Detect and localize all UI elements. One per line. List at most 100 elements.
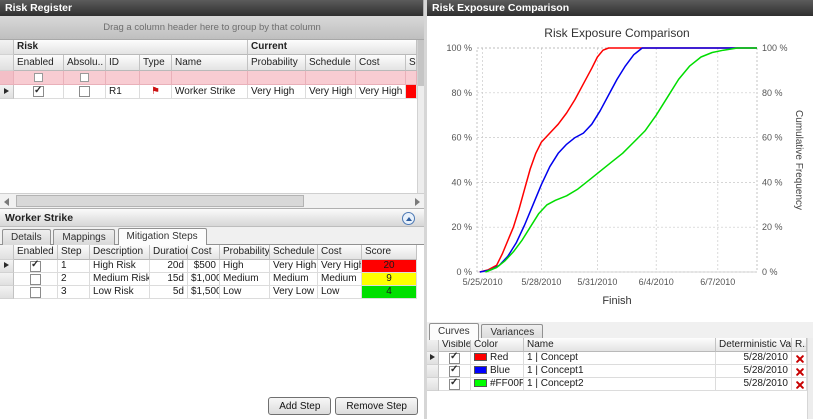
col-header-visible[interactable]: Visible (439, 338, 471, 352)
cell-cost[interactable]: $500 (188, 260, 220, 273)
col-header-score[interactable]: Score (362, 245, 417, 260)
scroll-left-icon[interactable] (4, 198, 9, 206)
tab-mappings[interactable]: Mappings (53, 229, 114, 245)
cell-description[interactable]: Low Risk (90, 286, 150, 299)
col-header-name[interactable]: Name (172, 55, 248, 71)
add-step-button[interactable]: Add Step (268, 397, 331, 415)
cell-score[interactable]: 4 (362, 286, 417, 299)
cell-color[interactable]: Red (471, 352, 524, 365)
col-header-step[interactable]: Step (58, 245, 90, 260)
band-risk[interactable]: Risk (14, 40, 248, 55)
cell-description[interactable]: Medium Risk (90, 273, 150, 286)
tab-curves[interactable]: Curves (429, 323, 479, 340)
curves-vertical-scrollbar[interactable] (807, 338, 813, 419)
visible-checkbox[interactable] (449, 353, 460, 364)
visible-checkbox[interactable] (449, 379, 460, 390)
filter-checkbox[interactable] (34, 73, 43, 82)
cell-enabled[interactable] (14, 286, 58, 299)
filter-name-cell[interactable] (172, 71, 248, 85)
cell-cost[interactable]: Very High (356, 85, 406, 99)
filter-cost-cell[interactable] (356, 71, 406, 85)
cell-remove[interactable] (792, 365, 807, 378)
cell-color[interactable]: Blue (471, 365, 524, 378)
cell-deterministic-value[interactable]: 5/28/2010 (716, 378, 792, 391)
cell-visible[interactable] (439, 352, 471, 365)
cell-cost[interactable]: $1,500 (188, 286, 220, 299)
cell-name[interactable]: 1 | Concept2 (524, 378, 716, 391)
band-current[interactable]: Current (248, 40, 417, 55)
cell-probability[interactable]: Low (220, 286, 270, 299)
cell-step[interactable]: 1 (58, 260, 90, 273)
cell-score[interactable]: 20 (362, 260, 417, 273)
col-header-description[interactable]: Description (90, 245, 150, 260)
tab-details[interactable]: Details (2, 229, 51, 245)
filter-schedule-cell[interactable] (306, 71, 356, 85)
cell-enabled[interactable] (14, 273, 58, 286)
cell-cost[interactable]: $1,000 (188, 273, 220, 286)
cell-name[interactable]: 1 | Concept (524, 352, 716, 365)
enabled-checkbox[interactable] (30, 287, 41, 298)
col-header-schedule[interactable]: Schedule (270, 245, 318, 260)
col-header-cost[interactable]: Cost (356, 55, 406, 71)
col-header-color[interactable]: Color (471, 338, 524, 352)
cell-name[interactable]: 1 | Concept1 (524, 365, 716, 378)
remove-step-button[interactable]: Remove Step (335, 397, 418, 415)
enabled-checkbox[interactable] (33, 86, 44, 97)
collapse-panel-button[interactable] (402, 212, 415, 225)
col-header-absolute[interactable]: Absolu.. (64, 55, 106, 71)
col-header-id[interactable]: ID (106, 55, 140, 71)
delete-icon[interactable] (795, 367, 804, 376)
cell-visible[interactable] (439, 378, 471, 391)
col-header-enabled[interactable]: Enabled (14, 55, 64, 71)
cell-duration[interactable]: 15d (150, 273, 188, 286)
cell-impact-cost[interactable]: Medium (318, 273, 362, 286)
col-header-probability[interactable]: Probability (220, 245, 270, 260)
delete-icon[interactable] (795, 380, 804, 389)
mitigation-row-1[interactable]: 1 High Risk 20d $500 High Very High Very… (0, 260, 417, 273)
absolute-checkbox[interactable] (79, 86, 90, 97)
filter-type-cell[interactable] (140, 71, 172, 85)
filter-checkbox[interactable] (80, 73, 89, 82)
cell-probability[interactable]: Very High (248, 85, 306, 99)
cell-step[interactable]: 2 (58, 273, 90, 286)
cell-duration[interactable]: 5d (150, 286, 188, 299)
filter-score-cell[interactable] (406, 71, 417, 85)
cell-deterministic-value[interactable]: 5/28/2010 (716, 365, 792, 378)
cell-probability[interactable]: High (220, 260, 270, 273)
col-header-type[interactable]: Type (140, 55, 172, 71)
enabled-checkbox[interactable] (30, 274, 41, 285)
cell-step[interactable]: 3 (58, 286, 90, 299)
col-header-remove[interactable]: R... (792, 338, 807, 352)
filter-row[interactable] (0, 71, 417, 85)
cell-name[interactable]: Worker Strike (172, 85, 248, 99)
filter-enabled-cell[interactable] (14, 71, 64, 85)
col-header-score[interactable]: Sc (406, 55, 417, 71)
cell-score[interactable]: 9 (362, 273, 417, 286)
cell-id[interactable]: R1 (106, 85, 140, 99)
enabled-checkbox[interactable] (30, 261, 41, 272)
col-header-impact-cost[interactable]: Cost (318, 245, 362, 260)
filter-probability-cell[interactable] (248, 71, 306, 85)
col-header-deterministic-value[interactable]: Deterministic Value (716, 338, 792, 352)
col-header-duration[interactable]: Duration (150, 245, 188, 260)
cell-schedule[interactable]: Very High (270, 260, 318, 273)
scrollbar-thumb[interactable] (418, 40, 424, 86)
register-vertical-scrollbar[interactable] (417, 40, 424, 193)
cell-visible[interactable] (439, 365, 471, 378)
cell-schedule[interactable]: Very High (306, 85, 356, 99)
cell-description[interactable]: High Risk (90, 260, 150, 273)
risk-row-r1[interactable]: R1 ⚑ Worker Strike Very High Very High V… (0, 85, 417, 99)
scroll-right-icon[interactable] (415, 198, 420, 206)
filter-absolute-cell[interactable] (64, 71, 106, 85)
group-by-drop-area[interactable]: Drag a column header here to group by th… (0, 16, 424, 40)
curve-row-green[interactable]: #FF00FF00 1 | Concept2 5/28/2010 (427, 378, 807, 391)
cell-remove[interactable] (792, 378, 807, 391)
register-horizontal-scrollbar[interactable] (0, 193, 424, 208)
curve-row-blue[interactable]: Blue 1 | Concept1 5/28/2010 (427, 365, 807, 378)
cell-impact-cost[interactable]: Very High (318, 260, 362, 273)
visible-checkbox[interactable] (449, 366, 460, 377)
cell-enabled[interactable] (14, 260, 58, 273)
cell-color[interactable]: #FF00FF00 (471, 378, 524, 391)
col-header-probability[interactable]: Probability (248, 55, 306, 71)
mitigation-row-3[interactable]: 3 Low Risk 5d $1,500 Low Very Low Low 4 (0, 286, 417, 299)
